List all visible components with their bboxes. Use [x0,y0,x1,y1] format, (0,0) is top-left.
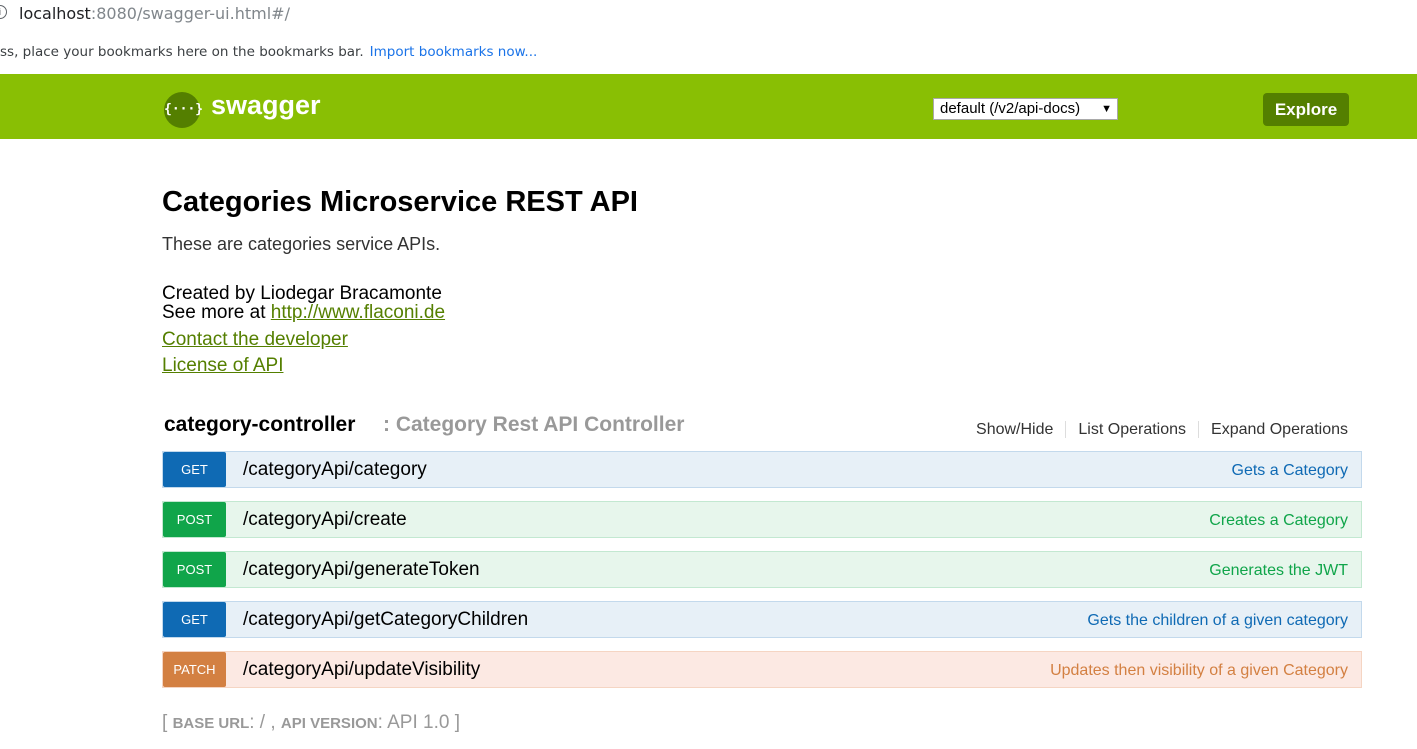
operation-summary[interactable]: Creates a Category [1209,512,1348,530]
url-text[interactable]: localhost:8080/swagger-ui.html#/ [19,4,290,23]
website-link[interactable]: http://www.flaconi.de [271,302,445,323]
license-link[interactable]: License of API [162,355,283,376]
url-host: localhost [19,4,91,23]
base-url-value: : / , [249,712,281,733]
operation-summary[interactable]: Gets a Category [1232,462,1349,480]
operation-row[interactable]: POST /categoryApi/generateToken Generate… [162,551,1362,588]
operation-row[interactable]: GET /categoryApi/category Gets a Categor… [162,451,1362,488]
operation-summary[interactable]: Updates then visibility of a given Categ… [1050,662,1348,680]
http-method-badge[interactable]: POST [163,552,226,587]
api-title: Categories Microservice REST API [162,186,638,218]
contact-link-row: Contact the developer [162,329,348,351]
expand-operations-link[interactable]: Expand Operations [1199,421,1348,438]
bookmarks-hint: ss, place your bookmarks here on the boo… [0,44,537,60]
api-spec-select-value: default (/v2/api-docs) [940,100,1081,117]
api-spec-select[interactable]: default (/v2/api-docs) ▼ [933,98,1118,120]
api-description: These are categories service APIs. [162,234,441,254]
url-path: :8080/swagger-ui.html#/ [90,4,290,23]
operation-path[interactable]: /categoryApi/category [243,459,427,481]
info-icon[interactable]: i [0,5,7,19]
open-bracket: [ [162,712,173,733]
operation-path[interactable]: /categoryApi/getCategoryChildren [243,609,528,631]
close-bracket: ] [454,712,460,733]
operation-summary[interactable]: Gets the children of a given category [1087,612,1348,630]
operation-path[interactable]: /categoryApi/updateVisibility [243,659,480,681]
swagger-logo-text[interactable]: swagger [211,90,321,121]
operation-row[interactable]: PATCH /categoryApi/updateVisibility Upda… [162,651,1362,688]
http-method-badge[interactable]: PATCH [163,652,226,687]
operation-summary[interactable]: Generates the JWT [1209,562,1348,580]
resource-name[interactable]: category-controller [164,413,355,437]
show-hide-link[interactable]: Show/Hide [964,421,1067,438]
api-version-value: : API 1.0 [377,712,455,733]
http-method-badge[interactable]: GET [163,602,226,637]
http-method-badge[interactable]: GET [163,452,226,487]
resource-description: : Category Rest API Controller [383,413,685,436]
address-bar[interactable]: i localhost:8080/swagger-ui.html#/ [0,0,1417,30]
see-more-prefix: See more at [162,302,271,323]
bookmarks-bar: ss, place your bookmarks here on the boo… [0,29,1417,74]
base-url-info: [ BASE URL: / , API VERSION: API 1.0 ] [162,712,460,734]
http-method-badge[interactable]: POST [163,502,226,537]
operation-row[interactable]: GET /categoryApi/getCategoryChildren Get… [162,601,1362,638]
see-more: See more at http://www.flaconi.de [162,302,445,324]
list-operations-link[interactable]: List Operations [1066,421,1200,438]
swagger-logo-icon[interactable]: {···} [164,92,203,128]
bookmarks-hint-text: ss, place your bookmarks here on the boo… [0,44,364,60]
chevron-down-icon: ▼ [1101,103,1112,115]
operation-path[interactable]: /categoryApi/create [243,509,407,531]
operation-path[interactable]: /categoryApi/generateToken [243,559,480,581]
explore-button[interactable]: Explore [1263,93,1349,126]
api-version-label: API VERSION [280,715,378,732]
resource-operations-toolbar: Show/Hide List Operations Expand Operation… [964,421,1348,439]
license-link-row: License of API [162,355,283,377]
base-url-label: BASE URL [172,715,250,732]
operation-row[interactable]: POST /categoryApi/create Creates a Categ… [162,501,1362,538]
contact-developer-link[interactable]: Contact the developer [162,329,348,350]
import-bookmarks-link[interactable]: Import bookmarks now... [370,44,538,60]
